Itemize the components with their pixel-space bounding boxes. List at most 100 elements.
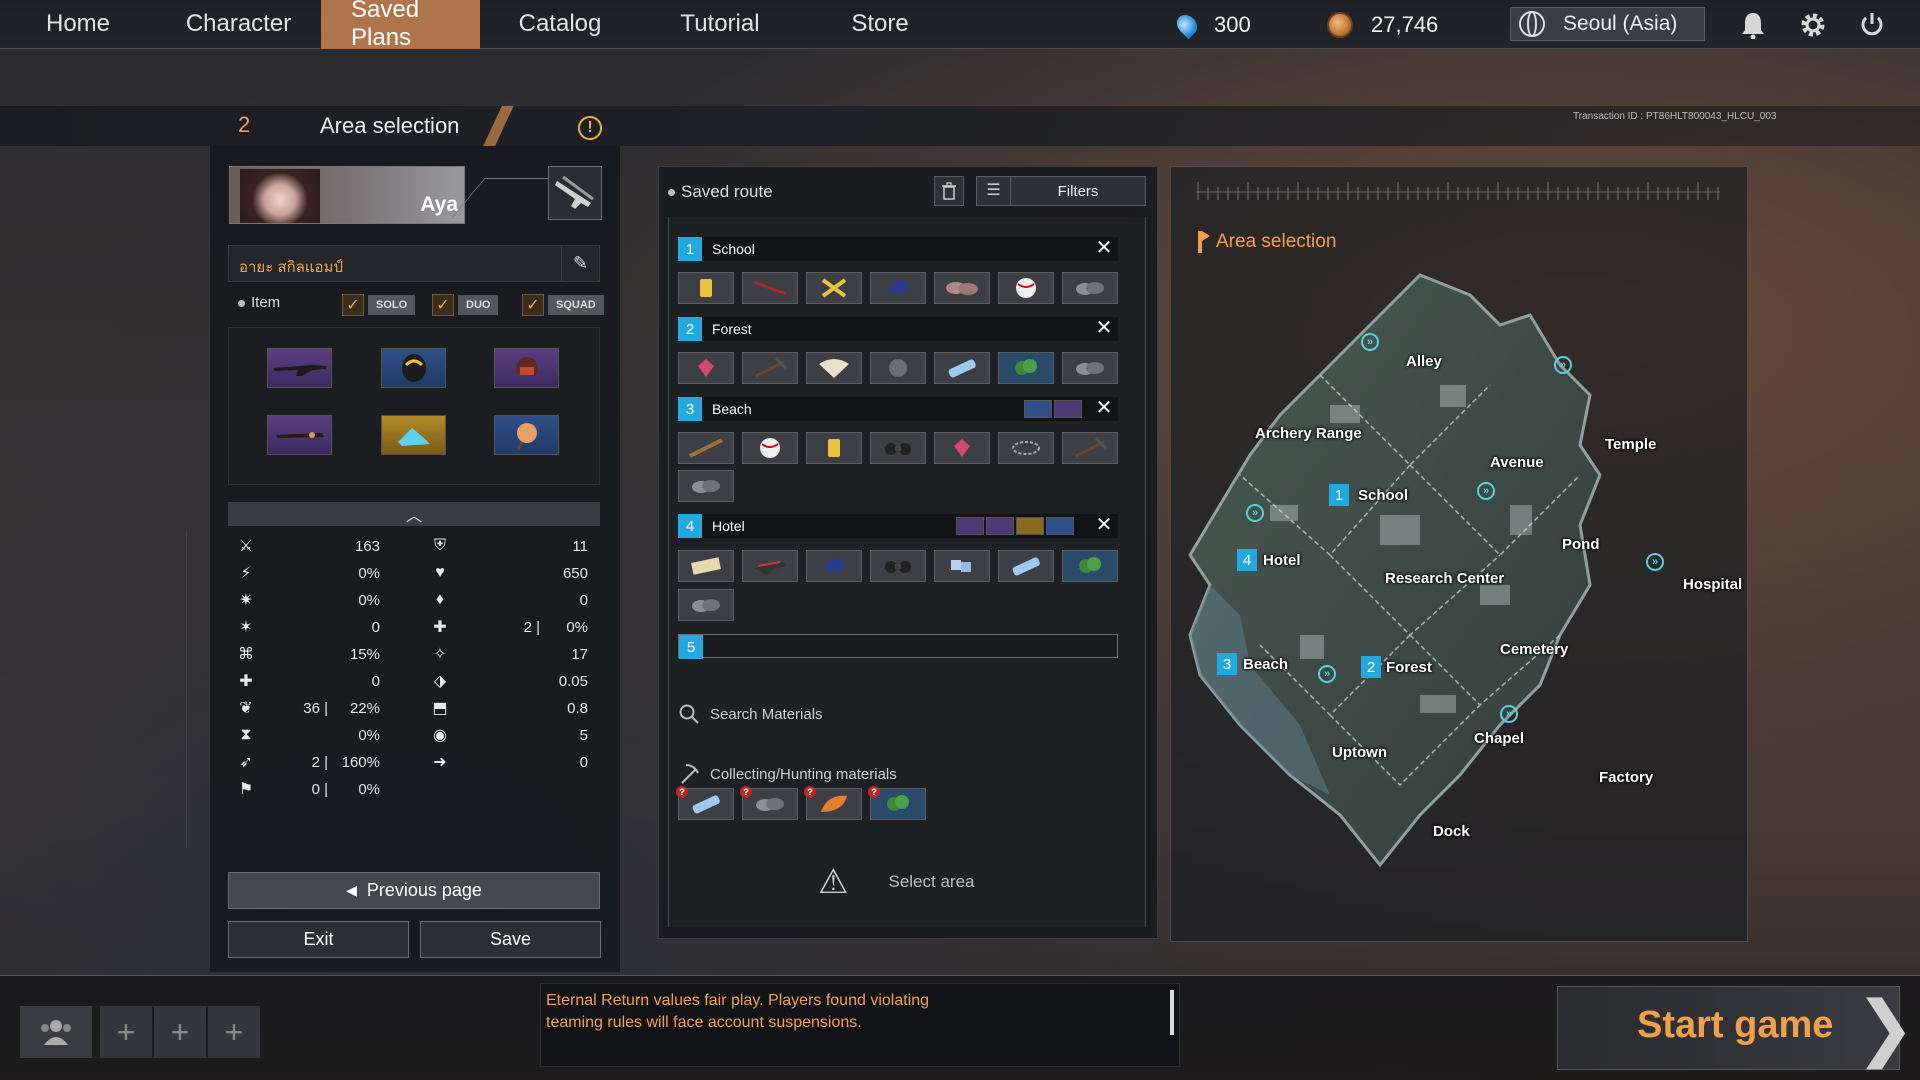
equip-slot-arm[interactable] <box>267 415 332 455</box>
hyperloop-arrow-icon[interactable]: » <box>1500 705 1518 723</box>
map-label-pond[interactable]: Pond <box>1562 536 1600 553</box>
map-label-temple[interactable]: Temple <box>1605 436 1656 453</box>
notice-scrollbar[interactable] <box>1170 990 1174 1035</box>
route-area-header[interactable]: 2 Forest ✕ <box>678 317 1118 341</box>
material-slot[interactable] <box>870 432 926 464</box>
hyperloop-arrow-icon[interactable]: » <box>1554 356 1572 374</box>
tab-catalog[interactable]: Catalog <box>480 0 640 49</box>
mode-solo-checkbox[interactable]: ✓ SOLO <box>342 294 416 316</box>
party-icon[interactable] <box>20 1006 92 1058</box>
pencil-icon[interactable]: ✎ <box>561 246 599 281</box>
stats-collapse-toggle[interactable]: ︿ <box>228 502 600 526</box>
material-slot[interactable] <box>998 550 1054 582</box>
weapon-type-slot[interactable] <box>548 166 602 220</box>
tab-saved-plans[interactable]: Saved Plans <box>321 0 480 51</box>
material-slot[interactable] <box>742 272 798 304</box>
material-slot[interactable] <box>870 352 926 384</box>
close-icon[interactable]: ✕ <box>1094 317 1114 341</box>
map-label-uptown[interactable]: Uptown <box>1332 744 1387 761</box>
material-slot[interactable] <box>678 589 734 621</box>
material-slot[interactable] <box>678 432 734 464</box>
map-label-chapel[interactable]: Chapel <box>1474 730 1524 747</box>
tab-home[interactable]: Home <box>0 0 156 49</box>
previous-page-button[interactable]: ◀ Previous page <box>228 872 600 909</box>
tab-store[interactable]: Store <box>800 0 960 49</box>
bell-icon[interactable] <box>1738 10 1768 40</box>
hyperloop-arrow-icon[interactable]: » <box>1246 504 1264 522</box>
map-label-factory[interactable]: Factory <box>1599 769 1653 786</box>
hyperloop-arrow-icon[interactable]: » <box>1646 553 1664 571</box>
material-slot[interactable] <box>806 432 862 464</box>
material-slot[interactable] <box>934 352 990 384</box>
close-icon[interactable]: ✕ <box>1094 514 1114 538</box>
equip-slot-leg[interactable] <box>381 415 446 455</box>
material-slot[interactable] <box>870 272 926 304</box>
material-slot[interactable] <box>806 272 862 304</box>
equip-slot-chest[interactable] <box>381 348 446 388</box>
trash-icon[interactable] <box>934 176 964 206</box>
save-button[interactable]: Save <box>420 921 601 958</box>
tab-character[interactable]: Character <box>156 0 321 49</box>
material-slot[interactable] <box>806 352 862 384</box>
material-slot[interactable] <box>678 550 734 582</box>
tab-tutorial[interactable]: Tutorial <box>640 0 800 49</box>
build-name-field[interactable]: อายะ สกิลแอมป์ ✎ <box>228 245 600 282</box>
exit-button[interactable]: Exit <box>228 921 409 958</box>
material-slot[interactable] <box>934 550 990 582</box>
material-slot[interactable] <box>742 550 798 582</box>
equip-slot-weapon[interactable] <box>267 348 332 388</box>
material-slot[interactable] <box>742 352 798 384</box>
material-slot[interactable] <box>1062 550 1118 582</box>
gem-balance: 300 <box>1172 0 1251 49</box>
map-label-beach[interactable]: Beach <box>1243 656 1288 673</box>
map-label-dock[interactable]: Dock <box>1433 823 1470 840</box>
mini-item-slot <box>1054 400 1082 418</box>
hyperloop-arrow-icon[interactable]: » <box>1477 482 1495 500</box>
route-area-header[interactable]: 1 School ✕ <box>678 237 1118 261</box>
route-area-header[interactable]: 3 Beach ✕ <box>678 397 1118 421</box>
add-party-member-button[interactable]: + <box>208 1006 260 1058</box>
equip-slot-accessory[interactable] <box>494 415 559 455</box>
material-slot[interactable] <box>998 432 1054 464</box>
material-slot[interactable] <box>678 470 734 502</box>
map-label-archery-range[interactable]: Archery Range <box>1255 425 1362 442</box>
add-party-member-button[interactable]: + <box>100 1006 152 1058</box>
equip-slot-head[interactable] <box>494 348 559 388</box>
material-slot[interactable] <box>1062 432 1118 464</box>
info-icon[interactable]: ! <box>578 116 602 140</box>
region-selector[interactable]: Seoul (Asia) <box>1510 7 1705 41</box>
mode-duo-checkbox[interactable]: ✓ DUO <box>432 294 499 316</box>
search-materials-field[interactable]: Search Materials <box>678 703 823 725</box>
power-icon[interactable] <box>1857 10 1887 40</box>
close-icon[interactable]: ✕ <box>1094 397 1114 421</box>
material-slot[interactable] <box>934 432 990 464</box>
material-slot[interactable] <box>870 550 926 582</box>
filters-button[interactable]: ☰ Filters <box>976 176 1146 206</box>
material-slot[interactable] <box>998 352 1054 384</box>
map-label-cemetery[interactable]: Cemetery <box>1500 641 1568 658</box>
close-icon[interactable]: ✕ <box>1094 237 1114 261</box>
route-area-header[interactable]: 4 Hotel ✕ <box>678 514 1118 538</box>
material-slot[interactable] <box>1062 352 1118 384</box>
map-label-forest[interactable]: Forest <box>1386 659 1432 676</box>
map-label-avenue[interactable]: Avenue <box>1490 454 1544 471</box>
material-slot[interactable] <box>806 550 862 582</box>
material-slot[interactable] <box>742 432 798 464</box>
gear-icon[interactable] <box>1798 10 1828 40</box>
map-label-hotel[interactable]: Hotel <box>1263 552 1301 569</box>
map-label-alley[interactable]: Alley <box>1406 353 1442 370</box>
map-label-hospital[interactable]: Hospital <box>1683 576 1742 593</box>
mode-squad-checkbox[interactable]: ✓ SQUAD <box>522 294 604 316</box>
route-empty-slot[interactable]: 5 <box>678 634 1118 659</box>
material-slot[interactable] <box>678 272 734 304</box>
add-party-member-button[interactable]: + <box>154 1006 206 1058</box>
material-slot[interactable] <box>998 272 1054 304</box>
map-label-school[interactable]: School <box>1358 487 1408 504</box>
material-slot[interactable] <box>678 352 734 384</box>
map-label-research-center[interactable]: Research Center <box>1385 570 1504 587</box>
hyperloop-arrow-icon[interactable]: » <box>1361 333 1379 351</box>
character-card[interactable]: Aya <box>229 166 465 224</box>
hyperloop-arrow-icon[interactable]: » <box>1318 665 1336 683</box>
material-slot[interactable] <box>1062 272 1118 304</box>
material-slot[interactable] <box>934 272 990 304</box>
